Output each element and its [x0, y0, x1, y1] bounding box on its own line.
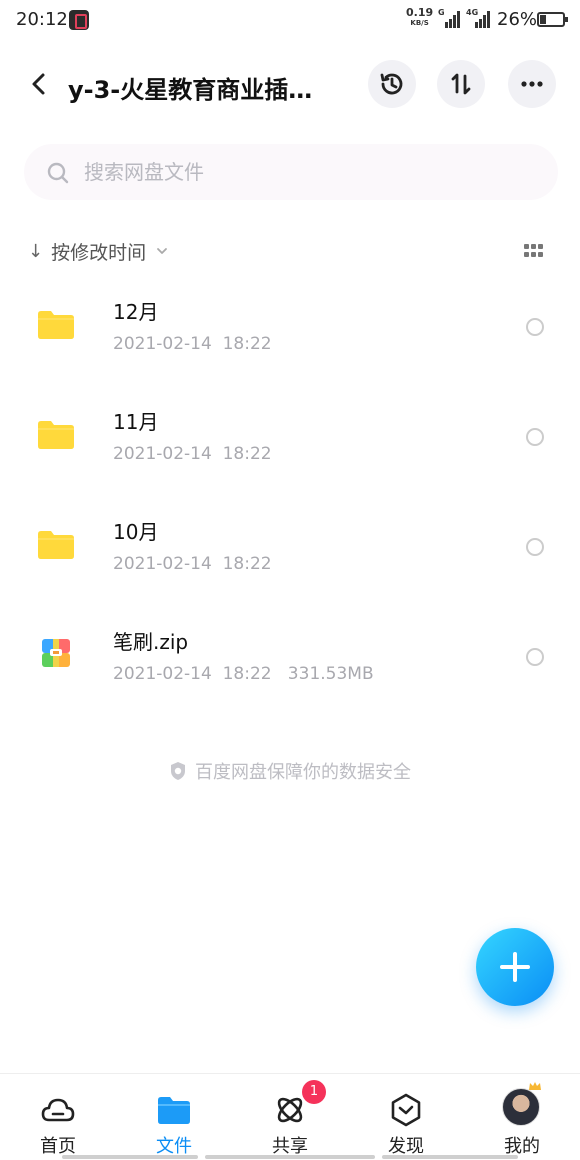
- file-meta: 2021-02-14 18:22: [113, 444, 272, 464]
- file-meta: 2021-02-14 18:22: [113, 554, 272, 574]
- folder-icon: [38, 418, 74, 450]
- nav-item-discover[interactable]: 发现: [348, 1074, 464, 1160]
- gesture-bar: [62, 1155, 198, 1159]
- signal-4g-label: 4G: [466, 8, 479, 17]
- more-button[interactable]: [508, 60, 556, 108]
- select-radio[interactable]: [526, 648, 544, 666]
- compass-icon: [391, 1093, 421, 1127]
- safety-notice: 百度网盘保障你的数据安全: [0, 758, 580, 784]
- status-time: 20:12: [16, 9, 68, 30]
- sort-label: 按修改时间: [51, 241, 147, 264]
- bottom-nav: 首页 文件 共享 发现 我的: [0, 1073, 580, 1160]
- signal-4g-icon: 4G: [466, 8, 490, 28]
- transfer-button[interactable]: [437, 60, 485, 108]
- select-radio[interactable]: [526, 538, 544, 556]
- file-meta: 2021-02-14 18:22: [113, 334, 272, 354]
- select-radio[interactable]: [526, 428, 544, 446]
- file-item[interactable]: 笔刷.zip 2021-02-14 18:22 331.53MB: [0, 608, 580, 718]
- sort-arrow-icon: ↓: [28, 240, 44, 262]
- transfer-icon: [451, 73, 471, 95]
- history-button[interactable]: [368, 60, 416, 108]
- avatar[interactable]: [502, 1088, 540, 1126]
- nav-item-files[interactable]: 文件: [116, 1074, 232, 1160]
- share-badge: 1: [302, 1080, 326, 1104]
- file-item[interactable]: 11月 2021-02-14 18:22: [0, 388, 580, 498]
- add-button[interactable]: [476, 928, 554, 1006]
- battery-percent: 26%: [497, 9, 538, 30]
- network-speed-unit: KB/S: [410, 19, 429, 27]
- crown-icon: [529, 1082, 541, 1090]
- nav-item-home[interactable]: 首页: [0, 1074, 116, 1160]
- file-list: 12月 2021-02-14 18:22 11月 2021-02-14 18:2…: [0, 278, 580, 718]
- sort-selector[interactable]: ↓ 按修改时间: [28, 236, 168, 266]
- folder-icon: [38, 308, 74, 340]
- safety-notice-text: 百度网盘保障你的数据安全: [195, 762, 411, 783]
- file-meta: 2021-02-14 18:22 331.53MB: [113, 664, 374, 684]
- status-bar: 20:12 0.19 KB/S G 4G 26%: [0, 0, 580, 40]
- gesture-bar: [382, 1155, 518, 1159]
- more-icon: [521, 81, 543, 87]
- network-speed: 0.19 KB/S: [406, 7, 433, 28]
- app-notification-icon: [69, 10, 89, 30]
- cloud-icon: [41, 1098, 75, 1122]
- zip-archive-icon: [38, 638, 74, 670]
- history-icon: [380, 73, 403, 95]
- chevron-down-icon: [157, 248, 168, 254]
- file-item[interactable]: 10月 2021-02-14 18:22: [0, 498, 580, 608]
- signal-label: G: [438, 8, 445, 17]
- signal-icon: G: [438, 8, 460, 28]
- select-radio[interactable]: [526, 318, 544, 336]
- battery-icon: [537, 12, 568, 27]
- file-name: 12月: [113, 300, 159, 324]
- search-input[interactable]: [84, 144, 524, 200]
- gesture-bar: [205, 1155, 375, 1159]
- page-title: y-3-火星教育商业插…: [68, 76, 313, 104]
- grid-view-icon[interactable]: [524, 244, 544, 258]
- shield-icon: [171, 762, 185, 780]
- search-icon: [47, 162, 69, 184]
- folder-icon: [38, 528, 74, 560]
- file-name: 11月: [113, 410, 159, 434]
- header: y-3-火星教育商业插…: [0, 60, 580, 108]
- file-item[interactable]: 12月 2021-02-14 18:22: [0, 278, 580, 388]
- nav-item-share[interactable]: 共享: [232, 1074, 348, 1160]
- battery-fill: [540, 15, 546, 24]
- file-name: 10月: [113, 520, 159, 544]
- file-name: 笔刷.zip: [113, 630, 189, 654]
- folder-icon: [158, 1097, 190, 1124]
- search-bar[interactable]: [24, 144, 558, 200]
- plus-icon: [500, 952, 530, 982]
- back-arrow-icon[interactable]: [28, 72, 52, 96]
